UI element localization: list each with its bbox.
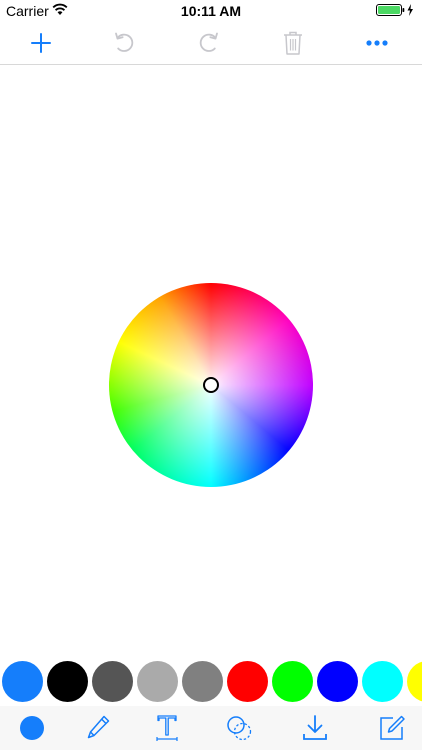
redo-button[interactable] <box>194 28 224 58</box>
battery-icon <box>376 3 416 17</box>
undo-icon <box>115 32 134 52</box>
trash-icon <box>284 31 302 55</box>
shapes-tool-button[interactable] <box>223 712 255 744</box>
download-icon <box>303 715 327 740</box>
charging-bolt-icon <box>407 4 413 16</box>
delete-button[interactable] <box>278 28 308 58</box>
palette-swatch[interactable] <box>47 661 88 702</box>
more-button[interactable] <box>362 28 392 58</box>
shapes-icon <box>227 716 252 741</box>
edit-button[interactable] <box>376 712 408 744</box>
palette-swatch[interactable] <box>407 661 422 702</box>
text-tool-icon <box>156 715 178 741</box>
text-tool-button[interactable] <box>151 712 183 744</box>
plus-icon <box>31 33 51 53</box>
palette-swatch[interactable] <box>182 661 223 702</box>
palette-swatch[interactable] <box>272 661 313 702</box>
palette-swatch[interactable] <box>317 661 358 702</box>
top-toolbar <box>0 22 422 65</box>
color-tool-button[interactable] <box>16 712 48 744</box>
status-bar: Carrier 10:11 AM <box>0 0 422 22</box>
color-palette <box>0 659 422 705</box>
add-button[interactable] <box>26 28 56 58</box>
status-time: 10:11 AM <box>180 3 242 19</box>
pencil-tool-button[interactable] <box>82 712 114 744</box>
compose-icon <box>380 715 405 740</box>
color-wheel-selector[interactable] <box>203 377 219 393</box>
palette-swatch[interactable] <box>137 661 178 702</box>
palette-swatch[interactable] <box>92 661 133 702</box>
bottom-toolbar <box>0 706 422 750</box>
color-dot-icon <box>20 716 44 740</box>
pencil-icon <box>87 715 110 739</box>
more-icon <box>366 40 388 46</box>
download-button[interactable] <box>299 712 331 744</box>
palette-swatch[interactable] <box>362 661 403 702</box>
palette-swatch[interactable] <box>2 661 43 702</box>
undo-button[interactable] <box>109 28 139 58</box>
drawing-canvas[interactable] <box>0 65 422 657</box>
redo-icon <box>199 32 218 52</box>
palette-swatch[interactable] <box>227 661 268 702</box>
